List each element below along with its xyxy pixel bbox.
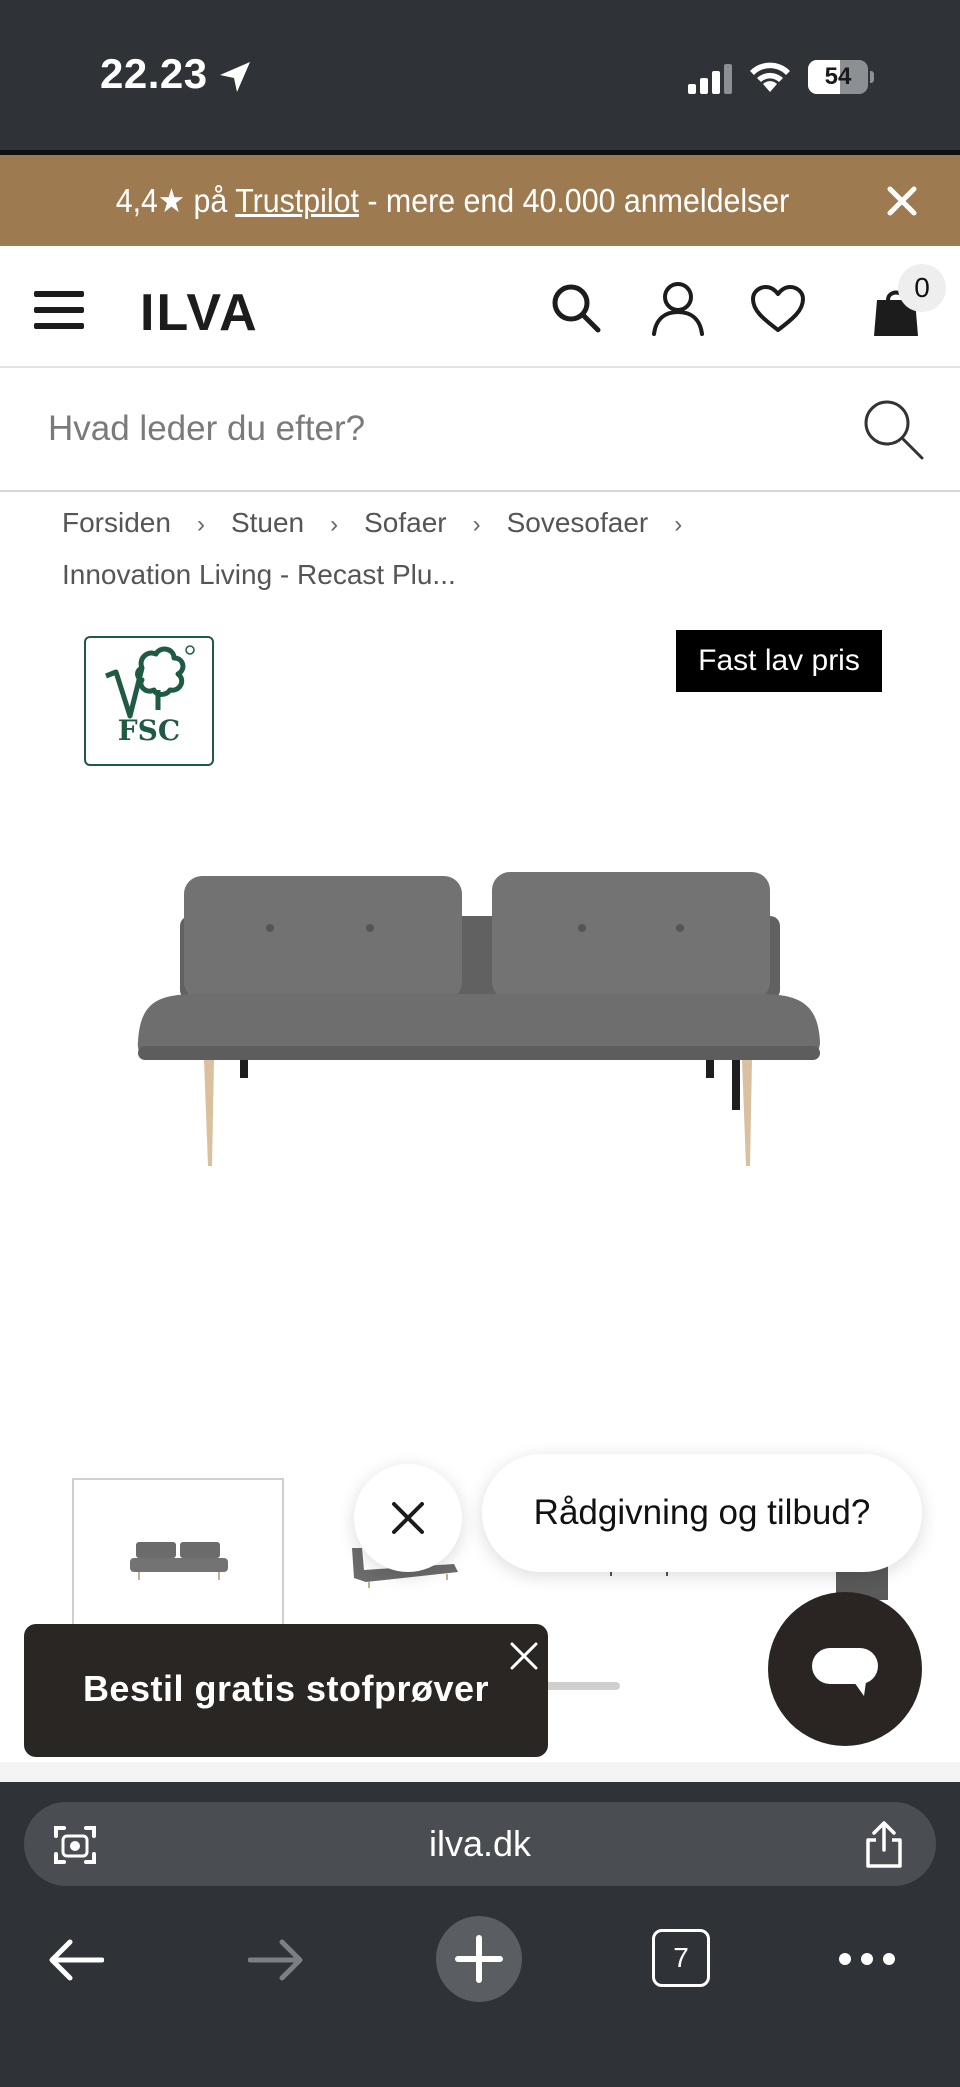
rating-prefix: 4,4★ på [115, 182, 236, 219]
breadcrumb-item-current-product: Innovation Living - Recast Plu... [62, 559, 456, 590]
cart-count-badge[interactable]: 0 [898, 264, 946, 312]
share-icon[interactable] [862, 1820, 906, 1868]
breadcrumb-item-forsiden[interactable]: Forsiden [62, 500, 171, 546]
fsc-certification-badge: FSC [84, 636, 214, 766]
breadcrumb-separator: › [674, 511, 683, 538]
product-thumbnail-1[interactable] [72, 1478, 284, 1638]
breadcrumb-separator: › [330, 511, 339, 538]
battery-indicator: 54 [808, 60, 874, 94]
battery-level: 54 [824, 63, 852, 90]
status-bar: 22.23 54 [0, 0, 960, 150]
rating-suffix: - mere end 40.000 anmeldelser [358, 182, 790, 219]
hamburger-menu-icon[interactable] [34, 290, 84, 330]
close-icon[interactable] [880, 179, 924, 223]
address-bar[interactable]: ilva.dk [24, 1802, 936, 1886]
fabric-samples-toast[interactable]: Bestil gratis stofprøver [24, 1624, 548, 1757]
forward-arrow-icon[interactable] [248, 1938, 304, 1982]
cellular-signal-icon [688, 64, 732, 94]
chat-close-button[interactable] [354, 1464, 462, 1572]
close-icon [392, 1502, 424, 1534]
svg-text:FSC: FSC [118, 714, 180, 747]
status-time: 22.23 [100, 50, 208, 97]
search-bar [0, 368, 960, 492]
wishlist-heart-icon[interactable] [750, 284, 806, 334]
camera-lens-icon[interactable] [52, 1822, 98, 1868]
chat-launcher-button[interactable] [768, 1592, 922, 1746]
fabric-samples-label[interactable]: Bestil gratis stofprøver [24, 1624, 548, 1757]
thumbnail-scrollbar[interactable] [540, 1682, 620, 1690]
breadcrumb-separator: › [196, 511, 205, 538]
browser-toolbar: ilva.dk 7 [0, 1782, 960, 2087]
back-arrow-icon[interactable] [48, 1938, 104, 1982]
search-icon[interactable] [862, 398, 924, 460]
wifi-icon [750, 62, 790, 92]
url-text[interactable]: ilva.dk [24, 1802, 936, 1886]
plus-icon [455, 1935, 503, 1983]
ilva-logo[interactable]: ILVA [140, 290, 286, 332]
breadcrumb-item-sofaer[interactable]: Sofaer [364, 500, 447, 546]
fsc-tree-logo-icon: FSC [105, 645, 195, 747]
account-icon[interactable] [650, 280, 706, 336]
breadcrumb: Forsiden › Stuen › Sofaer › Sovesofaer › Innova… [62, 500, 942, 604]
breadcrumb-item-sovesofaer[interactable]: Sovesofaer [507, 500, 649, 546]
location-arrow-icon [220, 62, 250, 92]
trustpilot-banner-text: 4,4★ på Trustpilot - mere end 40.000 anm… [36, 155, 869, 246]
tab-switcher-button[interactable]: 7 [652, 1929, 710, 1987]
more-options-icon[interactable] [838, 1952, 896, 1966]
sofa-thumbnail-image [130, 1542, 228, 1580]
product-image-sofa[interactable] [118, 860, 838, 1180]
chat-prompt-bubble[interactable]: Rådgivning og tilbud? [482, 1454, 922, 1572]
site-header: ILVA 0 [0, 246, 960, 368]
chat-bubble-icon [812, 1648, 878, 1696]
trustpilot-banner: 4,4★ på Trustpilot - mere end 40.000 anm… [0, 150, 960, 246]
search-icon[interactable] [550, 282, 602, 334]
breadcrumb-item-stuen[interactable]: Stuen [231, 500, 304, 546]
page-bottom-strip [0, 1762, 960, 1782]
close-icon[interactable] [504, 1636, 544, 1676]
new-tab-button[interactable] [436, 1916, 522, 2002]
breadcrumb-separator: › [472, 511, 481, 538]
svg-text:ILVA: ILVA [140, 290, 259, 332]
price-badge: Fast lav pris [676, 630, 882, 692]
search-input[interactable] [46, 396, 806, 462]
trustpilot-link[interactable]: Trustpilot [235, 182, 359, 219]
